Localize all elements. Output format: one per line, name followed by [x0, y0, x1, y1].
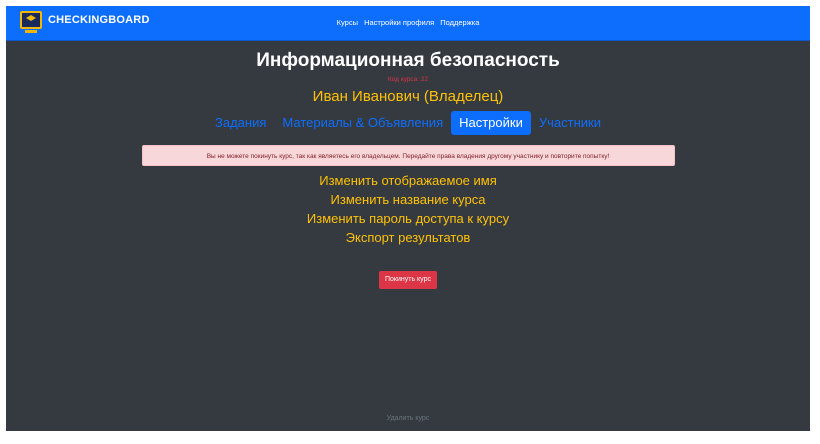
change-course-password-link[interactable]: Изменить пароль доступа к курсу [6, 209, 810, 228]
tab-materials[interactable]: Материалы & Объявления [274, 111, 451, 135]
tab-tasks[interactable]: Задания [207, 111, 274, 135]
nav-link-support[interactable]: Поддержка [440, 18, 479, 27]
change-course-name-link[interactable]: Изменить название курса [6, 190, 810, 209]
settings-links: Изменить отображаемое имя Изменить назва… [6, 171, 810, 247]
owner-leave-alert: Вы не можете покинуть курс, так как явля… [141, 145, 675, 166]
delete-course-link[interactable]: Удалить курс [6, 415, 810, 422]
nav-link-courses[interactable]: Курсы [337, 18, 358, 27]
course-title: Информационная безопасность [256, 50, 560, 71]
app-frame: CHECKINGBOARD Курсы Настройки профиля По… [6, 6, 810, 431]
course-code: Код курса: 22 [387, 76, 429, 83]
tab-settings[interactable]: Настройки [451, 111, 531, 135]
nav-link-profile-settings[interactable]: Настройки профиля [364, 18, 434, 27]
export-results-link[interactable]: Экспорт результатов [6, 228, 810, 247]
course-owner: Иван Иванович (Владелец) [312, 88, 504, 105]
tab-participants[interactable]: Участники [531, 111, 609, 135]
course-settings-page: Информационная безопасность Код курса: 2… [6, 40, 810, 289]
navbar: CHECKINGBOARD Курсы Настройки профиля По… [6, 6, 810, 41]
leave-course-button[interactable]: Покинуть курс [378, 271, 438, 289]
course-tabs: Задания Материалы & Объявления Настройки… [6, 111, 810, 135]
change-display-name-link[interactable]: Изменить отображаемое имя [6, 171, 810, 190]
nav-links: Курсы Настройки профиля Поддержка [6, 18, 810, 27]
